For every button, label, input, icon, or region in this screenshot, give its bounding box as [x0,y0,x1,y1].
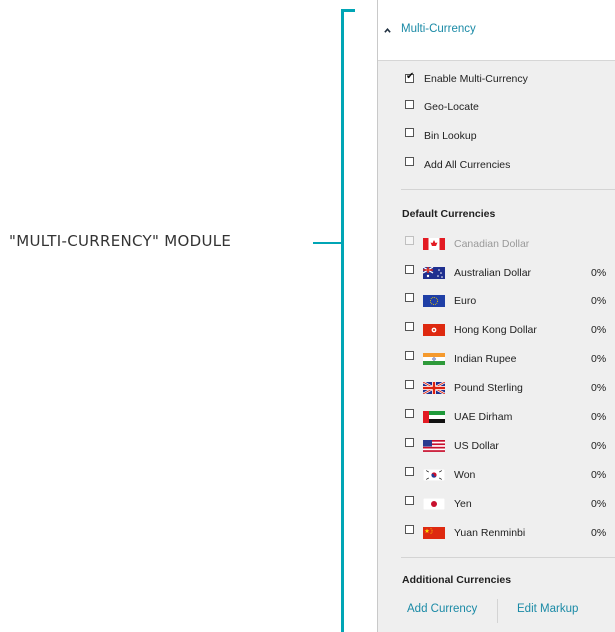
currency-name: Indian Rupee [454,353,517,365]
divider [401,189,615,190]
currency-markup-percent: 0% [591,469,607,481]
currency-checkbox[interactable] [405,409,414,418]
currency-markup-percent: 0% [591,498,607,510]
module-callout-label: "MULTI-CURRENCY" MODULE [9,232,232,250]
currency-markup-percent: 0% [591,295,607,307]
multi-currency-panel: Multi-Currency ✔ Enable Multi-Currency G… [377,0,615,632]
panel-header[interactable]: Multi-Currency [378,0,615,61]
enable-multi-currency-checkbox[interactable]: ✔ [405,71,415,83]
chevron-up-icon[interactable] [384,27,391,34]
south-korea-flag-icon [423,469,445,481]
currency-checkbox[interactable] [405,293,414,302]
currency-name: Euro [454,295,477,307]
currency-name: UAE Dirham [454,411,513,423]
option-label: Enable Multi-Currency [424,73,528,85]
australia-flag-icon [423,267,445,279]
currency-markup-percent: 0% [591,382,607,394]
currency-markup-percent: 0% [591,411,607,423]
option-label: Bin Lookup [424,130,477,142]
currency-checkbox[interactable] [405,496,414,505]
currency-name: Won [454,469,476,481]
china-flag-icon [423,527,445,539]
currency-name: Hong Kong Dollar [454,324,537,336]
uae-flag-icon [423,411,445,423]
canada-flag-icon [423,238,445,250]
currency-markup-percent: 0% [591,353,607,365]
currency-markup-percent: 0% [591,440,607,452]
divider [401,557,615,558]
japan-flag-icon [423,498,445,510]
currency-markup-percent: 0% [591,267,607,279]
add-currency-link[interactable]: Add Currency [407,603,477,615]
canadian-dollar-checkbox [405,236,414,245]
currency-markup-percent: 0% [591,324,607,336]
currency-checkbox[interactable] [405,467,414,476]
currency-checkbox[interactable] [405,438,414,447]
currency-checkbox[interactable] [405,265,414,274]
checkmark-icon: ✔ [406,71,415,82]
callout-bracket [341,9,344,632]
uk-flag-icon [423,382,445,394]
callout-pointer-line [313,242,342,244]
link-separator [497,599,498,623]
default-currencies-heading: Default Currencies [402,208,496,220]
currency-checkbox[interactable] [405,351,414,360]
currency-checkbox[interactable] [405,525,414,534]
additional-currencies-heading: Additional Currencies [402,574,512,586]
currency-checkbox[interactable] [405,380,414,389]
currency-name: Canadian Dollar [454,238,530,250]
currency-name: Pound Sterling [454,382,523,394]
currency-name: Australian Dollar [454,267,532,279]
currency-markup-percent: 0% [591,527,607,539]
edit-markup-link[interactable]: Edit Markup [517,603,578,615]
eu-flag-icon [423,295,445,307]
currency-checkbox[interactable] [405,322,414,331]
option-label: Geo-Locate [424,101,479,113]
currency-name: Yen [454,498,472,510]
currency-name: Yuan Renminbi [454,527,526,539]
hong-kong-flag-icon [423,324,445,336]
india-flag-icon [423,353,445,365]
bin-lookup-checkbox[interactable] [405,128,414,137]
us-flag-icon [423,440,445,452]
geo-locate-checkbox[interactable] [405,100,414,109]
callout-bracket-top [341,9,355,12]
panel-title: Multi-Currency [401,23,476,35]
add-all-currencies-checkbox[interactable] [405,157,414,166]
option-label: Add All Currencies [424,159,511,171]
currency-name: US Dollar [454,440,499,452]
